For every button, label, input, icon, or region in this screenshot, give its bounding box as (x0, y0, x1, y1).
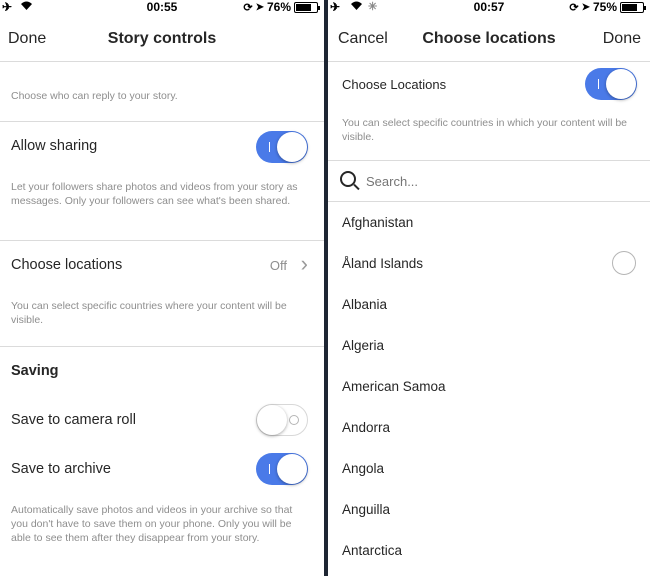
country-name: American Samoa (342, 379, 446, 394)
list-item[interactable]: Antarctica (328, 530, 650, 571)
allow-sharing-label: Allow sharing (11, 138, 98, 154)
choose-locations-toggle[interactable] (585, 68, 637, 100)
saving-header: Saving (11, 363, 59, 379)
chevron-right-icon: › (300, 251, 308, 276)
list-item[interactable]: Afghanistan (328, 202, 650, 243)
status-bar: ✈ ✳ 00:57 ⟳ ➤ 75% (328, 0, 650, 14)
reply-description: Choose who can reply to your story. (11, 90, 178, 102)
location-icon: ➤ (581, 1, 590, 13)
rotation-lock-icon: ⟳ (569, 1, 579, 14)
choose-locations-description: You can select specific countries where … (11, 300, 287, 326)
list-item[interactable]: Albania (328, 284, 650, 325)
choose-locations-value: Off (269, 258, 287, 273)
battery-percent: 75% (592, 0, 617, 14)
archive-label: Save to archive (11, 461, 111, 477)
choose-locations-label: Choose locations (11, 257, 123, 273)
battery-icon (294, 1, 320, 13)
divider (0, 346, 324, 347)
done-button[interactable]: Done (603, 30, 641, 48)
choose-locations-description: You can select specific countries in whi… (342, 117, 628, 143)
list-item[interactable]: American Samoa (328, 366, 650, 407)
country-name: Antarctica (342, 543, 403, 558)
nav-bar: Done Story controls (0, 18, 324, 62)
page-title: Story controls (107, 30, 217, 47)
country-name: Angola (342, 461, 385, 476)
allow-sharing-toggle[interactable] (256, 131, 308, 163)
story-controls-screen: ✈ 00:55 ⟳ ➤ 76% Done Story controls Choo… (0, 0, 324, 576)
country-name: Anguilla (342, 502, 391, 517)
search-input[interactable] (366, 171, 626, 191)
list-item[interactable]: Angola (328, 448, 650, 489)
choose-locations-label: Choose Locations (342, 77, 447, 92)
page-title: Choose locations (422, 30, 556, 47)
radio-button[interactable] (612, 251, 636, 275)
allow-sharing-description: Let your followers share photos and vide… (11, 181, 298, 207)
camera-roll-label: Save to camera roll (11, 412, 136, 428)
country-name: Åland Islands (342, 256, 424, 271)
search-icon (340, 171, 356, 187)
country-name: Algeria (342, 338, 385, 353)
location-icon: ➤ (255, 1, 264, 13)
list-item[interactable]: Anguilla (328, 489, 650, 530)
archive-toggle[interactable] (256, 453, 308, 485)
country-name: Andorra (342, 420, 391, 435)
country-name: Albania (342, 297, 388, 312)
rotation-lock-icon: ⟳ (243, 1, 253, 14)
nav-bar: Cancel Choose locations Done (328, 18, 650, 62)
choose-locations-row[interactable]: Choose locations Off › (0, 241, 324, 289)
status-bar: ✈ 00:55 ⟳ ➤ 76% (0, 0, 324, 14)
battery-percent: 76% (266, 0, 291, 14)
battery-icon (620, 1, 646, 13)
choose-locations-screen: ✈ ✳ 00:57 ⟳ ➤ 75% Cancel Choose location… (328, 0, 650, 576)
divider (0, 121, 324, 122)
list-item[interactable]: Åland Islands (328, 243, 650, 284)
archive-description: Automatically save photos and videos in … (11, 504, 293, 544)
camera-roll-toggle[interactable] (256, 404, 308, 436)
list-item[interactable]: Algeria (328, 325, 650, 366)
list-item[interactable]: Andorra (328, 407, 650, 448)
country-name: Afghanistan (342, 215, 414, 230)
search-bar[interactable] (328, 161, 650, 201)
